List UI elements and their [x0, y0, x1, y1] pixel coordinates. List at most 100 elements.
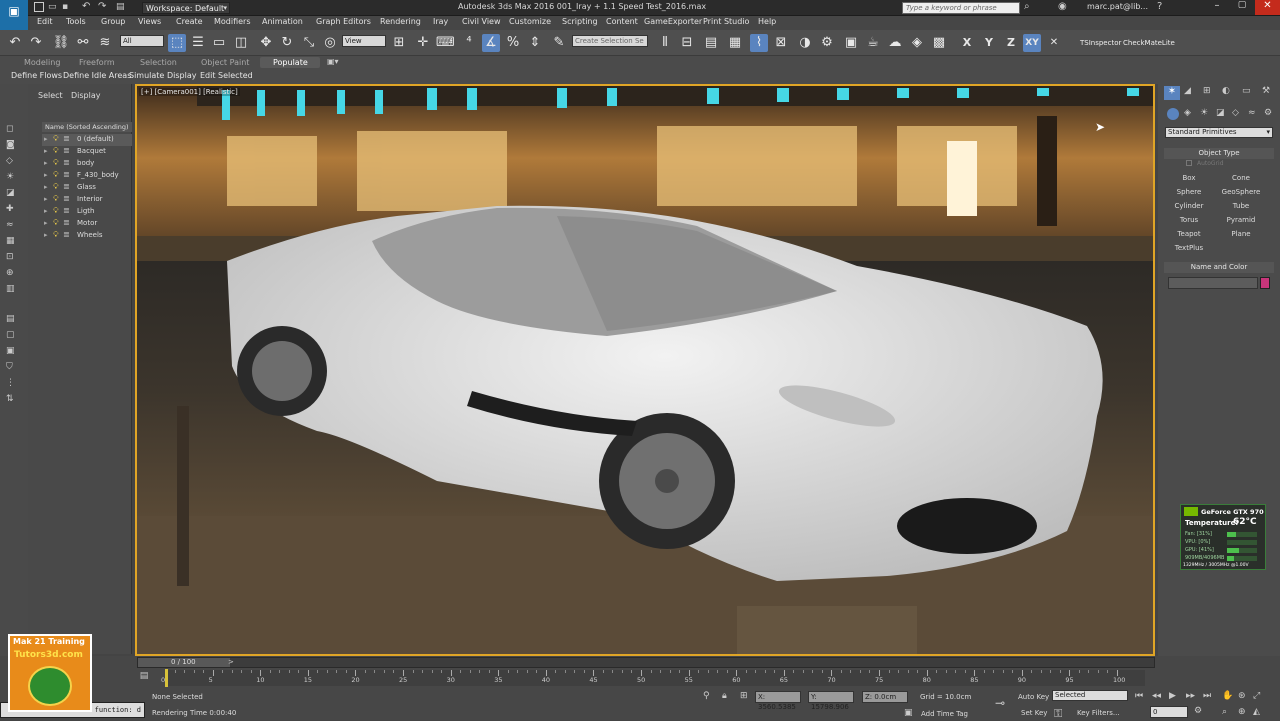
select-manipulate-icon[interactable]: ✛	[414, 34, 432, 52]
ribbon-tab-selection[interactable]: Selection	[140, 58, 177, 67]
shapes-icon[interactable]: ◈	[1184, 108, 1191, 118]
display-helpers-icon[interactable]: ✚	[6, 204, 14, 214]
create-tab-icon[interactable]: ✶	[1164, 86, 1180, 100]
visibility-icon[interactable]: 💡︎	[53, 158, 59, 168]
constraint-z-button[interactable]: Z	[1002, 34, 1020, 52]
search-icon[interactable]: ⌕	[1024, 1, 1030, 12]
time-config-icon[interactable]: ⚙	[1194, 706, 1202, 716]
auto-key-button[interactable]: Auto Key	[1018, 693, 1049, 701]
define-flows-button[interactable]: Define Flows	[11, 71, 62, 80]
z-coordinate-field[interactable]: Z: 0.0cm	[862, 691, 908, 703]
play-icon[interactable]: ▶	[1169, 691, 1176, 701]
curve-editor-icon[interactable]: ⌇	[750, 34, 768, 52]
render-in-cloud-icon[interactable]: ▩	[930, 34, 948, 52]
next-frame-icon[interactable]: ▸▸	[1186, 691, 1195, 701]
tsinspector-button[interactable]: TSInspector	[1080, 39, 1121, 47]
expand-icon[interactable]: ▸	[44, 183, 48, 191]
primitive-plane-button[interactable]: Plane	[1216, 228, 1266, 240]
camera-viewport[interactable]: [+] [Camera001] [Realistic] ➤	[135, 84, 1155, 656]
menu-create[interactable]: Create	[176, 17, 203, 26]
menu-group[interactable]: Group	[101, 17, 125, 26]
y-coordinate-field[interactable]: Y: 15798.906	[808, 691, 854, 711]
display-button[interactable]: Display	[167, 71, 197, 80]
display-lights-icon[interactable]: ☀	[6, 172, 14, 182]
constraint-x-button[interactable]: X	[958, 34, 976, 52]
zoom-icon[interactable]: ⌕	[1222, 707, 1227, 717]
set-key-button[interactable]: Set Key	[1021, 709, 1047, 717]
snaps-toggle-icon[interactable]: ⁴	[460, 34, 478, 52]
help-icon[interactable]: ?	[1157, 1, 1162, 12]
minimize-button[interactable]: –	[1205, 0, 1229, 15]
x-coordinate-field[interactable]: X: 3560.5385	[755, 691, 801, 711]
key-mode-dropdown[interactable]: Selected	[1052, 690, 1128, 701]
select-by-name-icon[interactable]: ☰	[189, 34, 207, 52]
menu-rendering[interactable]: Rendering	[380, 17, 421, 26]
display-none-icon[interactable]: ◻	[6, 124, 13, 134]
motion-tab-icon[interactable]: ◐	[1222, 86, 1230, 96]
track-bar[interactable]: 0 5 10 15 20 25 30 35 40 45 50 55 60 65 70 75 80 85 90 95 10…	[161, 670, 1145, 686]
display-tab-icon[interactable]: ▭	[1242, 86, 1251, 96]
zoom-all-icon[interactable]: ⊕	[1238, 707, 1246, 717]
project-folder-icon[interactable]: ▤	[116, 2, 125, 12]
helpers-icon[interactable]: ◇	[1232, 108, 1239, 118]
display-geometry-icon[interactable]: ◙	[6, 140, 15, 150]
activeshade-icon[interactable]: ◈	[908, 34, 926, 52]
set-key-icon[interactable]: ⚿	[1054, 707, 1062, 721]
quick-access-save-icon[interactable]: ▪	[62, 2, 68, 12]
list-item[interactable]: ▸ 💡︎ ≣ Interior	[42, 194, 132, 206]
time-slider[interactable]: 0 / 100 >	[137, 657, 1155, 668]
render-setup-icon[interactable]: ⚙	[818, 34, 836, 52]
modify-tab-icon[interactable]: ◢	[1184, 86, 1191, 96]
viewport-label[interactable]: [+] [Camera001] [Realistic]	[139, 88, 240, 96]
constraint-plane-icon[interactable]: ✕	[1045, 34, 1063, 52]
keyboard-shortcut-icon[interactable]: ⌨	[436, 34, 455, 52]
key-filters-button[interactable]: Key Filters...	[1077, 709, 1120, 717]
place-icon[interactable]: ◎	[321, 34, 339, 52]
move-icon[interactable]: ✥	[257, 34, 275, 52]
object-color-swatch[interactable]	[1260, 277, 1270, 289]
user-name[interactable]: marc.pat@lib...	[1087, 2, 1148, 11]
expand-icon[interactable]: ▸	[44, 219, 48, 227]
list-item[interactable]: ▸ 💡︎ ≣ Bacquet	[42, 146, 132, 158]
undo-icon[interactable]: ↶	[82, 1, 90, 12]
quick-access-new-icon[interactable]	[34, 2, 44, 12]
unlink-icon[interactable]: ⚯	[74, 34, 92, 52]
expand-icon[interactable]: ▸	[44, 171, 48, 179]
list-item[interactable]: ▸ 💡︎ ≣ body	[42, 158, 132, 170]
reference-coordinate-dropdown[interactable]: View	[342, 35, 386, 47]
display-all-icon[interactable]: ▣	[6, 346, 15, 356]
list-item[interactable]: ▸ 💡︎ ≣ Glass	[42, 182, 132, 194]
percent-snap-icon[interactable]: %	[504, 34, 522, 52]
current-frame-field[interactable]: 0	[1150, 706, 1188, 718]
lock-selection-icon[interactable]: 🔒︎	[722, 691, 727, 701]
next-frame-icon[interactable]: >	[228, 658, 234, 666]
sort-icon[interactable]: ⇅	[6, 394, 14, 404]
ribbon-tab-populate[interactable]: Populate	[260, 57, 320, 68]
select-object-icon[interactable]: ⬚	[168, 34, 186, 52]
rotate-icon[interactable]: ↻	[278, 34, 296, 52]
geometry-icon[interactable]	[1167, 108, 1179, 120]
absolute-mode-icon[interactable]: ⊞	[740, 691, 748, 701]
menu-civil-view[interactable]: Civil View	[462, 17, 501, 26]
previous-frame-icon[interactable]: ◂◂	[1152, 691, 1161, 701]
material-editor-icon[interactable]: ◑	[796, 34, 814, 52]
primitive-box-button[interactable]: Box	[1164, 172, 1214, 184]
selection-filter-dropdown[interactable]: All	[120, 35, 164, 47]
key-mode-icon[interactable]: ⊸	[995, 696, 1005, 710]
ribbon-tab-object-paint[interactable]: Object Paint	[201, 58, 249, 67]
hierarchy-icon[interactable]: ⋮	[6, 378, 15, 388]
display-bones-icon[interactable]: ⊕	[6, 268, 14, 278]
display-spacewarps-icon[interactable]: ≈	[6, 220, 14, 230]
time-tag-icon[interactable]: ▣	[904, 708, 913, 718]
primitive-cylinder-button[interactable]: Cylinder	[1164, 200, 1214, 212]
menu-tools[interactable]: Tools	[66, 17, 86, 26]
constraint-y-button[interactable]: Y	[980, 34, 998, 52]
add-time-tag-button[interactable]: Add Time Tag	[921, 710, 968, 718]
menu-graph-editors[interactable]: Graph Editors	[316, 17, 371, 26]
go-to-start-icon[interactable]: ⏮	[1135, 691, 1143, 701]
display-containers-icon[interactable]: ▥	[6, 284, 15, 294]
menu-scripting[interactable]: Scripting	[562, 17, 598, 26]
primitive-pyramid-button[interactable]: Pyramid	[1216, 214, 1266, 226]
render-production-icon[interactable]: ☕	[864, 34, 882, 52]
display-cameras-icon[interactable]: ◪	[6, 188, 15, 198]
